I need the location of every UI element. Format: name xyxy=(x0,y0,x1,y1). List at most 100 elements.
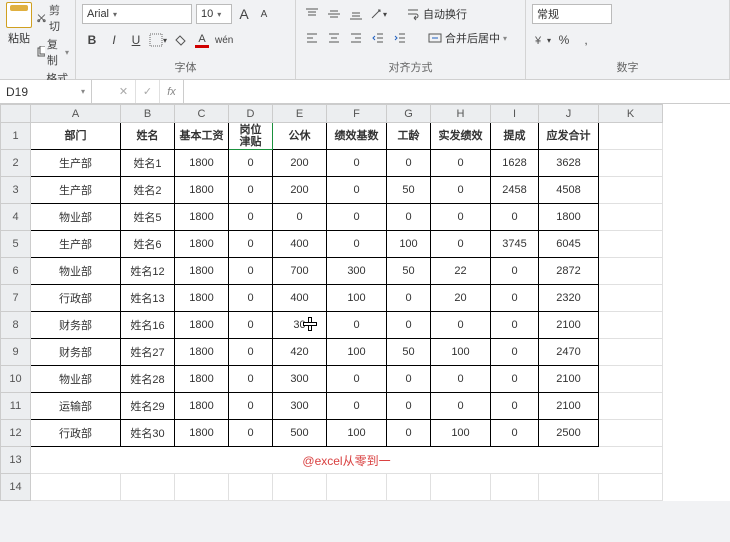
data-cell[interactable]: 400 xyxy=(273,285,327,312)
data-cell[interactable]: 0 xyxy=(387,204,431,231)
data-cell[interactable]: 20 xyxy=(431,285,491,312)
data-cell[interactable]: 50 xyxy=(387,258,431,285)
data-cell[interactable]: 姓名13 xyxy=(121,285,175,312)
number-format-combo[interactable]: 常规 xyxy=(532,4,612,24)
data-cell[interactable]: 100 xyxy=(327,420,387,447)
data-cell[interactable]: 0 xyxy=(327,393,387,420)
data-cell[interactable]: 生产部 xyxy=(31,231,121,258)
data-cell[interactable]: 1800 xyxy=(175,366,229,393)
data-cell[interactable]: 0 xyxy=(387,312,431,339)
data-cell[interactable]: 1800 xyxy=(175,177,229,204)
data-cell[interactable]: 0 xyxy=(229,312,273,339)
enter-formula-button[interactable]: ✓ xyxy=(136,80,160,103)
data-cell[interactable]: 物业部 xyxy=(31,366,121,393)
data-cell[interactable]: 300 xyxy=(273,393,327,420)
data-cell[interactable]: 6045 xyxy=(539,231,599,258)
row-header[interactable]: 4 xyxy=(1,204,31,231)
data-cell[interactable]: 生产部 xyxy=(31,150,121,177)
align-top-button[interactable] xyxy=(302,4,322,24)
header-cell[interactable]: 基本工资 xyxy=(175,123,229,150)
data-cell[interactable]: 500 xyxy=(273,420,327,447)
row-header[interactable]: 7 xyxy=(1,285,31,312)
data-cell[interactable]: 物业部 xyxy=(31,258,121,285)
data-cell[interactable]: 0 xyxy=(431,231,491,258)
column-header[interactable]: A xyxy=(31,105,121,123)
data-cell[interactable]: 0 xyxy=(229,285,273,312)
column-header[interactable]: G xyxy=(387,105,431,123)
data-cell[interactable]: 财务部 xyxy=(31,312,121,339)
data-cell[interactable]: 姓名16 xyxy=(121,312,175,339)
data-cell[interactable]: 1800 xyxy=(175,339,229,366)
align-center-button[interactable] xyxy=(324,28,344,48)
cell[interactable] xyxy=(539,474,599,501)
cell[interactable] xyxy=(327,474,387,501)
data-cell[interactable]: 2872 xyxy=(539,258,599,285)
column-header[interactable]: D xyxy=(229,105,273,123)
data-cell[interactable]: 1800 xyxy=(175,285,229,312)
data-cell[interactable]: 姓名30 xyxy=(121,420,175,447)
data-cell[interactable]: 1800 xyxy=(175,312,229,339)
data-cell[interactable]: 0 xyxy=(327,231,387,258)
underline-button[interactable]: U xyxy=(126,30,146,50)
data-cell[interactable]: 0 xyxy=(491,312,539,339)
data-cell[interactable]: 0 xyxy=(273,204,327,231)
cell[interactable] xyxy=(31,474,121,501)
data-cell[interactable]: 财务部 xyxy=(31,339,121,366)
data-cell[interactable]: 行政部 xyxy=(31,420,121,447)
data-cell[interactable]: 0 xyxy=(431,204,491,231)
data-cell[interactable]: 100 xyxy=(327,285,387,312)
data-cell[interactable]: 1628 xyxy=(491,150,539,177)
cell[interactable] xyxy=(599,339,663,366)
data-cell[interactable]: 2100 xyxy=(539,393,599,420)
header-cell[interactable]: 姓名 xyxy=(121,123,175,150)
pinyin-button[interactable]: wén xyxy=(214,30,234,50)
data-cell[interactable]: 姓名1 xyxy=(121,150,175,177)
cell[interactable] xyxy=(599,312,663,339)
decrease-font-button[interactable]: A xyxy=(256,5,272,23)
data-cell[interactable]: 30 xyxy=(273,312,327,339)
cell[interactable] xyxy=(599,123,663,150)
accounting-format-button[interactable]: ¥▾ xyxy=(532,30,552,50)
name-box[interactable]: D19▾ xyxy=(0,80,92,103)
data-cell[interactable]: 0 xyxy=(327,177,387,204)
column-header[interactable]: K xyxy=(599,105,663,123)
data-cell[interactable]: 0 xyxy=(387,285,431,312)
data-cell[interactable]: 0 xyxy=(327,366,387,393)
row-header[interactable]: 2 xyxy=(1,150,31,177)
cell[interactable] xyxy=(599,204,663,231)
row-header[interactable]: 3 xyxy=(1,177,31,204)
data-cell[interactable]: 100 xyxy=(431,420,491,447)
data-cell[interactable]: 420 xyxy=(273,339,327,366)
data-cell[interactable]: 0 xyxy=(327,150,387,177)
cell[interactable] xyxy=(175,474,229,501)
italic-button[interactable]: I xyxy=(104,30,124,50)
cell[interactable] xyxy=(599,258,663,285)
data-cell[interactable]: 0 xyxy=(387,420,431,447)
header-cell[interactable]: 应发合计 xyxy=(539,123,599,150)
header-cell[interactable]: 提成 xyxy=(491,123,539,150)
comma-button[interactable]: , xyxy=(576,30,596,50)
data-cell[interactable]: 200 xyxy=(273,150,327,177)
data-cell[interactable]: 0 xyxy=(491,366,539,393)
cell[interactable] xyxy=(599,150,663,177)
header-cell[interactable]: 绩效基数 xyxy=(327,123,387,150)
data-cell[interactable]: 姓名6 xyxy=(121,231,175,258)
formula-bar[interactable] xyxy=(184,80,730,103)
data-cell[interactable]: 0 xyxy=(229,393,273,420)
data-cell[interactable]: 1800 xyxy=(175,393,229,420)
cell[interactable] xyxy=(387,474,431,501)
cell[interactable] xyxy=(121,474,175,501)
cut-button[interactable]: 剪切 xyxy=(36,2,69,34)
row-header[interactable]: 1 xyxy=(1,123,31,150)
cell[interactable] xyxy=(599,474,663,501)
header-cell[interactable]: 公休 xyxy=(273,123,327,150)
data-cell[interactable]: 0 xyxy=(431,393,491,420)
bold-button[interactable]: B xyxy=(82,30,102,50)
cell[interactable] xyxy=(229,474,273,501)
data-cell[interactable]: 0 xyxy=(229,366,273,393)
data-cell[interactable]: 0 xyxy=(387,393,431,420)
data-cell[interactable]: 物业部 xyxy=(31,204,121,231)
row-header[interactable]: 12 xyxy=(1,420,31,447)
data-cell[interactable]: 0 xyxy=(229,339,273,366)
data-cell[interactable]: 1800 xyxy=(175,204,229,231)
